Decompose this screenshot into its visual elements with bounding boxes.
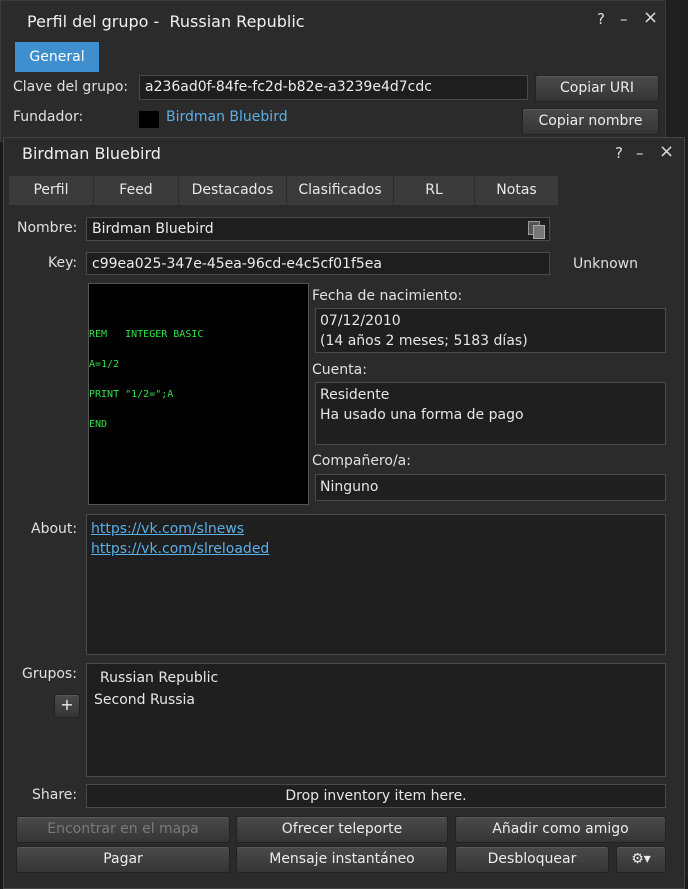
pay-button[interactable]: Pagar bbox=[16, 846, 230, 873]
tab-general[interactable]: General bbox=[15, 42, 99, 72]
copy-icon[interactable] bbox=[528, 221, 545, 239]
birth-date-box: 07/12/2010 (14 años 2 meses; 5183 días) bbox=[315, 308, 666, 353]
help-icon[interactable]: ? bbox=[597, 10, 605, 28]
link-suffix: slnews bbox=[196, 521, 245, 537]
name-field[interactable]: Birdman Bluebird bbox=[86, 217, 550, 241]
birth-date-label: Fecha de nacimiento: bbox=[312, 288, 463, 304]
resident-profile-window: Birdman Bluebird ? – × Perfil Feed Desta… bbox=[3, 137, 685, 889]
profile-window-title: Birdman Bluebird bbox=[22, 144, 161, 163]
partner-box: Ninguno bbox=[315, 474, 666, 501]
founder-label: Fundador: bbox=[13, 109, 84, 125]
unblock-button[interactable]: Desbloquear bbox=[455, 846, 609, 873]
profile-image-code: REM INTEGER BASIC A=1/2 PRINT "1/2=";A E… bbox=[89, 310, 203, 450]
link-prefix: https://vk.com/ bbox=[91, 521, 197, 537]
share-label: Share: bbox=[32, 787, 78, 803]
code-line: END bbox=[89, 419, 108, 430]
name-label: Nombre: bbox=[17, 220, 78, 236]
tab-rl[interactable]: RL bbox=[394, 176, 475, 205]
birth-date-value: 07/12/2010 bbox=[320, 313, 401, 329]
account-type: Residente bbox=[320, 387, 390, 403]
help-icon[interactable]: ? bbox=[615, 144, 623, 162]
key-field[interactable]: c99ea025-347e-45ea-96cd-e4c5cf01f5ea bbox=[86, 252, 550, 275]
tab-perfil[interactable]: Perfil bbox=[9, 176, 94, 205]
close-icon[interactable]: × bbox=[643, 7, 658, 28]
account-label: Cuenta: bbox=[312, 362, 367, 378]
link-prefix: https://vk.com/ bbox=[91, 541, 197, 557]
code-line: PRINT "1/2=";A bbox=[89, 389, 174, 400]
copy-name-button[interactable]: Copiar nombre bbox=[522, 108, 659, 135]
tab-clasificados[interactable]: Clasificados bbox=[287, 176, 394, 205]
offer-teleport-button[interactable]: Ofrecer teleporte bbox=[236, 816, 448, 843]
share-drop-zone[interactable]: Drop inventory item here. bbox=[86, 784, 666, 808]
group-key-label: Clave del grupo: bbox=[13, 79, 129, 95]
code-line: REM INTEGER BASIC bbox=[89, 329, 204, 340]
group-key-field[interactable]: a236ad0f-84fe-fc2d-b82e-a3239e4d7cdc bbox=[139, 75, 528, 100]
find-on-map-button[interactable]: Encontrar en el mapa bbox=[16, 816, 230, 843]
group-list-item[interactable]: Second Russia bbox=[94, 692, 195, 708]
tab-feed[interactable]: Feed bbox=[94, 176, 179, 205]
profile-image[interactable]: REM INTEGER BASIC A=1/2 PRINT "1/2=";A E… bbox=[88, 283, 309, 505]
group-profile-window: Perfil del grupo - Russian Republic ? – … bbox=[0, 0, 666, 142]
group-window-titlebar[interactable]: Perfil del grupo - Russian Republic ? – … bbox=[1, 1, 665, 39]
minimize-icon[interactable]: – bbox=[620, 10, 628, 28]
birth-age-value: (14 años 2 meses; 5183 días) bbox=[320, 333, 528, 349]
tab-destacados[interactable]: Destacados bbox=[179, 176, 287, 205]
instant-message-button[interactable]: Mensaje instantáneo bbox=[236, 846, 448, 873]
partner-value: Ninguno bbox=[320, 479, 379, 495]
account-box: Residente Ha usado una forma de pago bbox=[315, 382, 666, 445]
about-box[interactable]: https://vk.com/slnews https://vk.com/slr… bbox=[86, 514, 666, 655]
add-friend-button[interactable]: Añadir como amigo bbox=[455, 816, 666, 843]
about-link[interactable]: https://vk.com/slnews bbox=[91, 521, 244, 537]
account-payment: Ha usado una forma de pago bbox=[320, 407, 524, 423]
group-list-item[interactable]: Russian Republic bbox=[100, 670, 218, 686]
tab-notas[interactable]: Notas bbox=[475, 176, 559, 205]
online-status: Unknown bbox=[573, 256, 638, 272]
groups-label: Grupos: bbox=[22, 666, 77, 682]
group-window-title: Perfil del grupo - Russian Republic bbox=[27, 12, 305, 31]
minimize-icon[interactable]: – bbox=[636, 144, 644, 162]
profile-window-titlebar[interactable]: Birdman Bluebird ? – × bbox=[4, 138, 684, 172]
about-link[interactable]: https://vk.com/slreloaded bbox=[91, 541, 269, 557]
founder-avatar bbox=[139, 111, 159, 128]
key-label: Key: bbox=[48, 255, 78, 271]
code-line: A=1/2 bbox=[89, 359, 120, 370]
groups-list: Russian Republic Second Russia bbox=[86, 663, 666, 777]
close-icon[interactable]: × bbox=[659, 141, 674, 162]
partner-label: Compañero/a: bbox=[312, 453, 411, 469]
link-suffix: slreloaded bbox=[196, 541, 270, 557]
add-group-button[interactable]: + bbox=[54, 694, 80, 718]
founder-name-link[interactable]: Birdman Bluebird bbox=[166, 109, 288, 125]
about-label: About: bbox=[31, 521, 78, 537]
copy-uri-button[interactable]: Copiar URI bbox=[535, 75, 659, 102]
gear-icon[interactable]: ⚙▾ bbox=[616, 846, 666, 873]
